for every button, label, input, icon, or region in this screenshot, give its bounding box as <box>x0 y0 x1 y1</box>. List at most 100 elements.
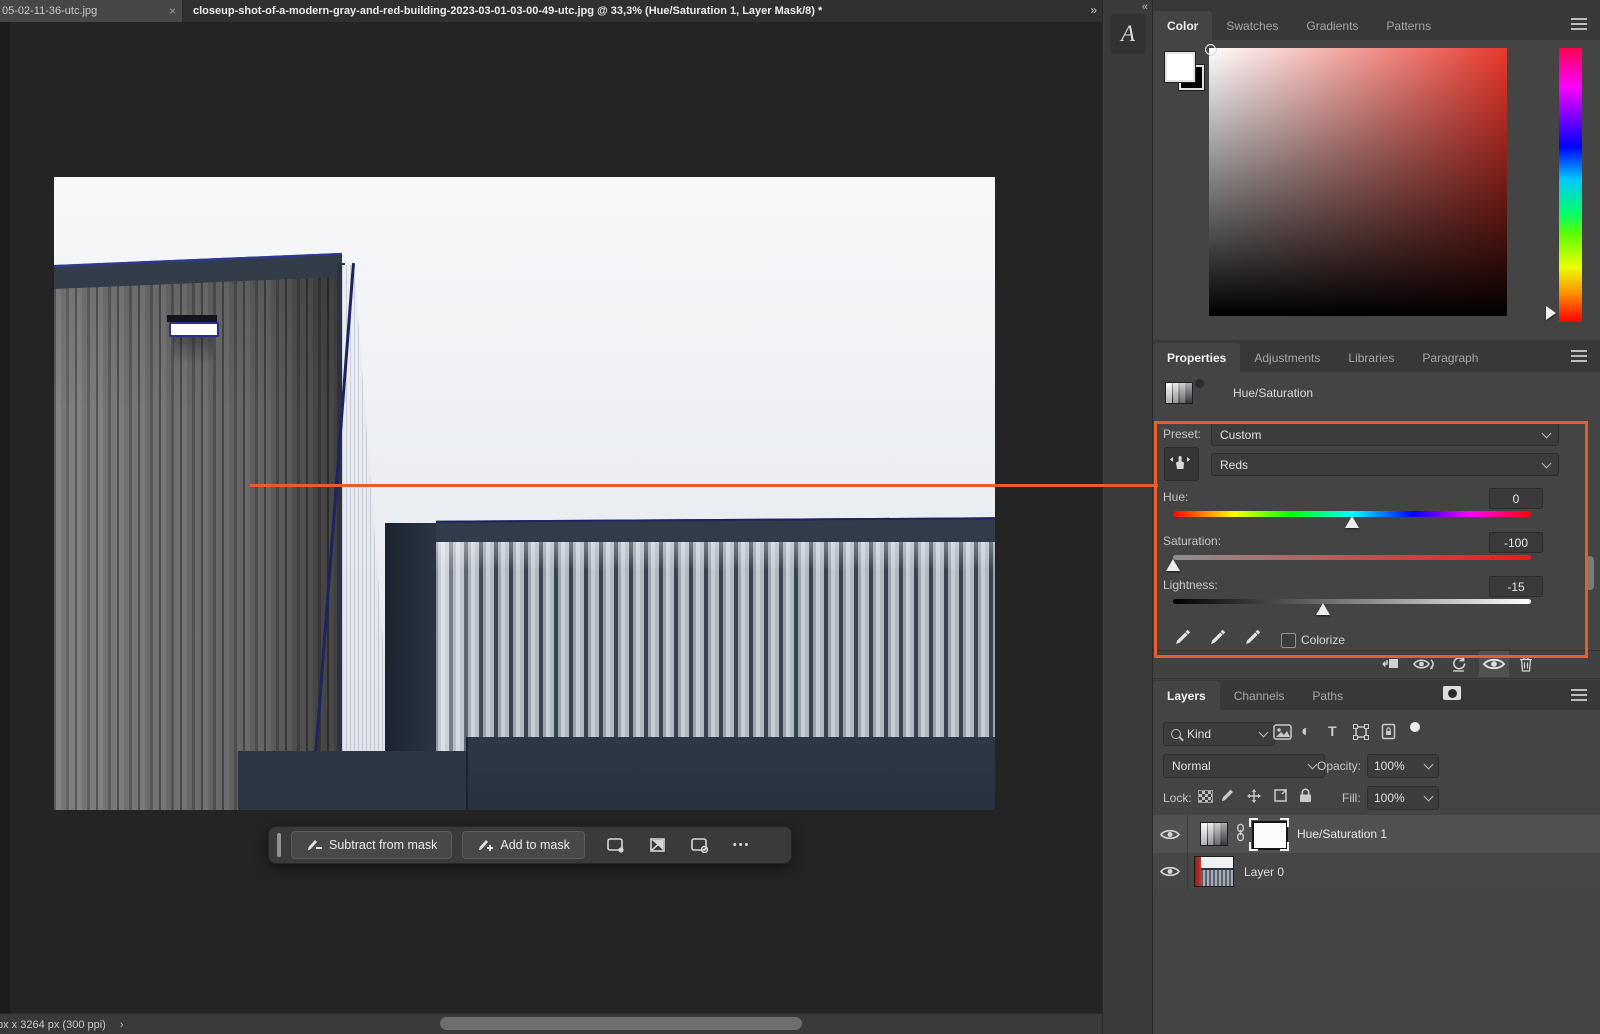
fill-dropdown[interactable]: 100% <box>1367 786 1439 810</box>
typography-panel-icon[interactable]: A <box>1110 14 1146 54</box>
selection-corner <box>1249 818 1258 827</box>
canvas-area[interactable]: Subtract from mask Add to mask ••• <box>0 22 1102 1013</box>
more-options-icon[interactable]: ••• <box>733 839 751 851</box>
document-tab-active[interactable]: closeup-shot-of-a-modern-gray-and-red-bu… <box>183 0 1102 22</box>
layer-row-hue-saturation[interactable]: Hue/Saturation 1 <box>1153 815 1600 853</box>
status-chevron-icon[interactable]: › <box>120 1019 124 1031</box>
tab-gradients[interactable]: Gradients <box>1292 11 1372 40</box>
tab-libraries[interactable]: Libraries <box>1334 343 1408 372</box>
blend-mode-value: Normal <box>1172 759 1211 773</box>
adjustment-title: Hue/Saturation <box>1233 386 1313 400</box>
foreground-color-swatch[interactable] <box>1165 52 1195 82</box>
tab-adjustments[interactable]: Adjustments <box>1240 343 1334 372</box>
eye-icon <box>1483 657 1505 671</box>
mask-properties-icon[interactable] <box>605 836 627 854</box>
tab-paragraph[interactable]: Paragraph <box>1408 343 1492 372</box>
document-tab-inactive[interactable]: 05-02-11-36-utc.jpg × <box>0 0 183 22</box>
document-tab-label: 05-02-11-36-utc.jpg <box>2 5 97 17</box>
brush-plus-icon <box>477 838 493 852</box>
hue-strip[interactable] <box>1559 48 1582 322</box>
lock-all-icon[interactable] <box>1299 788 1312 806</box>
annotation-highlight-rectangle <box>1154 421 1588 658</box>
photo-band-seam <box>466 737 468 810</box>
tab-overflow-icon[interactable]: » <box>1090 3 1096 17</box>
canvas-image[interactable] <box>54 177 995 810</box>
document-size-info: px x 3264 px (300 ppi) <box>0 1019 106 1031</box>
tab-properties[interactable]: Properties <box>1153 343 1240 372</box>
search-icon <box>1171 729 1181 739</box>
drag-handle[interactable] <box>277 833 281 857</box>
chevron-down-icon <box>1424 792 1434 802</box>
adjustment-layer-thumbnail[interactable] <box>1200 822 1228 846</box>
tab-patterns[interactable]: Patterns <box>1372 11 1445 40</box>
add-to-mask-button[interactable]: Add to mask <box>462 831 584 859</box>
horizontal-scrollbar[interactable] <box>440 1017 802 1030</box>
hue-marker-icon[interactable] <box>1546 306 1556 320</box>
document-tab-bar: 05-02-11-36-utc.jpg × closeup-shot-of-a-… <box>0 0 1102 22</box>
filter-smart-objects-icon[interactable] <box>1381 723 1396 743</box>
panel-menu-icon[interactable] <box>1571 18 1587 31</box>
filter-type-layers-icon[interactable]: T <box>1328 723 1337 739</box>
tab-color[interactable]: Color <box>1153 11 1212 40</box>
layer-thumbnail[interactable] <box>1194 856 1234 887</box>
selection-corner <box>1249 842 1258 851</box>
color-field-marker-icon[interactable] <box>1205 44 1216 55</box>
layer-visibility-eye-icon[interactable] <box>1153 865 1187 878</box>
annotation-connector-line <box>250 484 1158 487</box>
layers-panel: Layers Channels Paths Kind ◐ T <box>1153 678 1600 1034</box>
collapse-panels-icon[interactable]: « <box>1142 1 1148 13</box>
tab-paths[interactable]: Paths <box>1298 681 1357 710</box>
view-previous-state-icon[interactable] <box>1413 657 1437 674</box>
brush-minus-icon <box>306 838 322 852</box>
layer-name: Hue/Saturation 1 <box>1297 827 1387 841</box>
trash-icon[interactable] <box>1519 656 1533 675</box>
opacity-dropdown[interactable]: 100% <box>1367 754 1439 778</box>
lock-pixels-icon[interactable] <box>1221 788 1236 805</box>
layer-name: Layer 0 <box>1244 865 1284 879</box>
invert-mask-icon[interactable] <box>647 836 669 854</box>
reset-adjustment-icon[interactable] <box>1450 656 1467 675</box>
opacity-label: Opacity: <box>1317 759 1361 773</box>
color-field[interactable] <box>1209 48 1507 316</box>
clip-to-layer-icon[interactable] <box>1381 657 1399 674</box>
filter-adjustment-layers-icon[interactable]: ◐ <box>1301 723 1311 741</box>
subtract-from-mask-label: Subtract from mask <box>329 838 437 852</box>
chevron-down-icon <box>1259 728 1269 738</box>
tab-swatches[interactable]: Swatches <box>1212 11 1292 40</box>
adjustment-layer-icon <box>1165 382 1193 404</box>
panel-menu-icon[interactable] <box>1571 350 1587 363</box>
lock-artboard-icon[interactable] <box>1273 788 1288 806</box>
lock-transparency-icon[interactable] <box>1198 790 1213 803</box>
tab-layers[interactable]: Layers <box>1153 681 1220 710</box>
photo-lower-band-right <box>467 737 995 810</box>
blend-mode-dropdown[interactable]: Normal <box>1163 754 1325 778</box>
mask-link-icon[interactable] <box>1236 823 1245 845</box>
selection-corner <box>1280 818 1289 827</box>
add-to-mask-label: Add to mask <box>500 838 569 852</box>
fill-label: Fill: <box>1342 791 1361 805</box>
photo-lower-band-left <box>238 751 467 810</box>
layer-row-layer0[interactable]: Layer 0 <box>1153 853 1600 890</box>
photo-lamp-shadow <box>173 337 213 365</box>
chevron-down-icon <box>1308 760 1318 770</box>
panel-menu-icon[interactable] <box>1571 689 1587 702</box>
add-layer-mask-icon[interactable] <box>1443 686 1461 700</box>
thumbnail-gray-building <box>1201 868 1233 886</box>
preview-mask-icon[interactable] <box>689 836 711 854</box>
tab-channels[interactable]: Channels <box>1220 681 1299 710</box>
color-panel-tabs: Color Swatches Gradients Patterns <box>1153 0 1600 40</box>
layer-mask-thumbnail[interactable] <box>1249 818 1289 851</box>
filter-pixel-layers-icon[interactable] <box>1273 724 1292 743</box>
lock-label: Lock: <box>1163 791 1192 805</box>
opacity-value: 100% <box>1374 759 1405 773</box>
selection-corner <box>1280 842 1289 851</box>
collapsed-panel-strip: « A <box>1102 0 1153 1034</box>
filter-kind-dropdown[interactable]: Kind <box>1163 722 1275 746</box>
chevron-down-icon <box>1424 760 1434 770</box>
close-icon[interactable]: × <box>169 4 176 18</box>
lock-position-icon[interactable] <box>1246 788 1262 807</box>
filter-shape-layers-icon[interactable] <box>1353 724 1369 743</box>
subtract-from-mask-button[interactable]: Subtract from mask <box>291 831 452 859</box>
layer-visibility-eye-icon[interactable] <box>1153 828 1187 841</box>
photo-right-cladding <box>436 542 995 751</box>
